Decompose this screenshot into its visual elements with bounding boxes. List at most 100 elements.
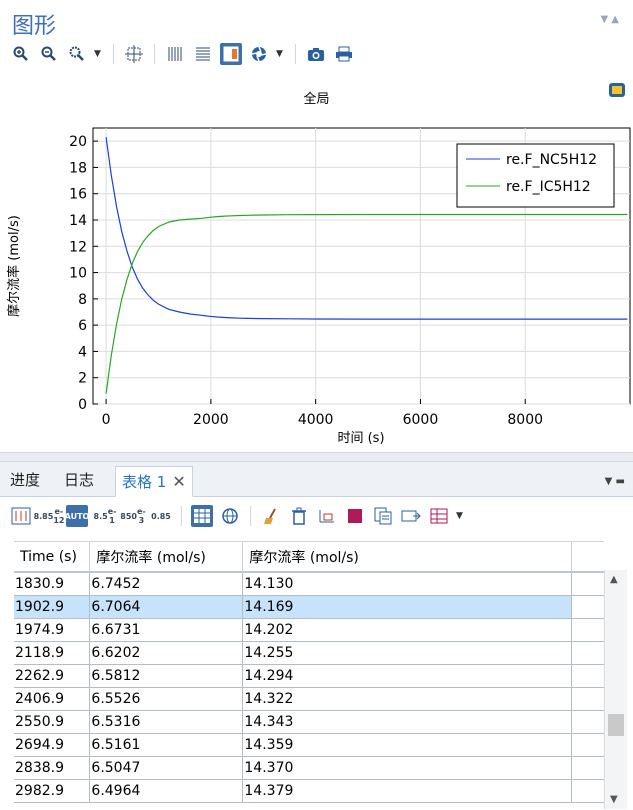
table-cell[interactable]: 2550.9 — [14, 710, 91, 734]
table-row[interactable]: 2406.9 6.5526 14.322 — [14, 687, 604, 711]
format-engineering-button[interactable]: 8.5 e-1 — [94, 505, 117, 527]
format-auto-button[interactable]: AUTO — [65, 505, 89, 527]
scroll-thumb[interactable] — [608, 714, 624, 736]
table-scrollbar[interactable]: ▲ ▼ — [604, 570, 627, 809]
y-tick-label: 4 — [78, 344, 87, 360]
column-header-molar-flow-2[interactable]: 摩尔流率 (mol/s) — [242, 542, 573, 573]
table-cell-empty — [571, 733, 604, 757]
close-icon[interactable]: ✕ — [172, 472, 185, 491]
table-cell-empty — [571, 641, 604, 665]
table-cell[interactable]: 1974.9 — [14, 618, 91, 642]
table-row[interactable]: 2262.9 6.5812 14.294 — [14, 664, 604, 688]
table-cell[interactable]: 6.5526 — [89, 687, 244, 711]
separator — [181, 506, 182, 526]
export-table-icon[interactable] — [400, 505, 422, 527]
table-cell[interactable]: 2118.9 — [14, 641, 91, 665]
separator — [250, 506, 251, 526]
table-cell[interactable]: 14.294 — [242, 664, 573, 688]
table-cell[interactable]: 2262.9 — [14, 664, 91, 688]
results-globe-icon[interactable] — [219, 505, 241, 527]
table-row[interactable]: 2118.9 6.6202 14.255 — [14, 641, 604, 665]
scroll-down-icon[interactable]: ▼ — [610, 794, 618, 805]
table-cell-empty — [571, 572, 604, 596]
table-cell[interactable]: 6.4964 — [89, 779, 244, 803]
table-cell[interactable]: 6.5812 — [89, 664, 244, 688]
legend-label-ic5h12: re.F_IC5H12 — [506, 179, 591, 195]
table-layout-icon[interactable] — [428, 505, 450, 527]
table-cell[interactable]: 1830.9 — [14, 572, 91, 596]
table-row[interactable]: 1902.9 6.7064 14.169 — [14, 595, 604, 619]
y-tick-label: 18 — [69, 160, 87, 176]
color-swatch-icon[interactable] — [344, 505, 366, 527]
table-cell[interactable]: 2982.9 — [14, 779, 91, 803]
table-cell-empty — [571, 595, 604, 619]
y-tick-label: 12 — [69, 239, 87, 255]
y-tick-label: 2 — [78, 371, 87, 387]
table-cell[interactable]: 14.322 — [242, 687, 573, 711]
format-scientific-button[interactable]: 850 e-3 — [120, 505, 145, 527]
x-tick-label: 4000 — [298, 412, 334, 428]
table-cell[interactable]: 6.5161 — [89, 733, 244, 757]
x-axis-label: 时间 (s) — [337, 431, 384, 446]
table-row[interactable]: 2550.9 6.5316 14.343 — [14, 710, 604, 734]
x-tick-label: 8000 — [507, 412, 543, 428]
format-full-precision-button[interactable]: 8.85 e-12 — [34, 505, 65, 527]
tab-menu-arrows[interactable]: ▼ ▬ — [605, 476, 625, 487]
table-row[interactable]: 1974.9 6.6731 14.202 — [14, 618, 604, 642]
bottom-tabs: 进度 日志 表格 1 ✕ ▼ ▬ — [0, 462, 633, 497]
table-toolbar: 8.85 e-12 AUTO 8.5 e-1 850 e-3 0.85 ▼ — [10, 502, 466, 530]
tab-log[interactable]: 日志 — [58, 466, 100, 495]
table-cell[interactable]: 14.255 — [242, 641, 573, 665]
y-axis-label: 摩尔流率 (mol/s) — [6, 215, 22, 317]
table-cell[interactable]: 6.5047 — [89, 756, 244, 780]
column-header-time[interactable]: Time (s) — [14, 542, 91, 573]
table-row[interactable]: 2982.9 6.4964 14.379 — [14, 779, 604, 803]
table-cell[interactable]: 6.6202 — [89, 641, 244, 665]
y-tick-label: 16 — [69, 187, 87, 203]
table-cell[interactable]: 6.7452 — [89, 572, 244, 596]
line-chart[interactable]: 0 2 4 6 8 10 12 14 16 18 20 0 2000 4000 6000 8000 摩尔流率 … — [0, 0, 633, 452]
layout-dropdown-icon[interactable]: ▼ — [456, 511, 466, 521]
clear-broom-icon[interactable] — [260, 505, 282, 527]
table-cell-empty — [571, 618, 604, 642]
table-row[interactable]: 2838.9 6.5047 14.370 — [14, 756, 604, 780]
table-row[interactable]: 2694.9 6.5161 14.359 — [14, 733, 604, 757]
x-tick-label: 0 — [102, 412, 111, 428]
results-table: Time (s) 摩尔流率 (mol/s) 摩尔流率 (mol/s) 1830.… — [14, 541, 604, 810]
tab-table-1[interactable]: 表格 1 ✕ — [115, 466, 193, 497]
delete-trash-icon[interactable] — [288, 505, 310, 527]
table-row[interactable]: 1830.9 6.7452 14.130 — [14, 572, 604, 596]
table-view-icon[interactable] — [191, 505, 213, 527]
table-cell[interactable]: 14.130 — [242, 572, 573, 596]
legend: re.F_NC5H12 re.F_IC5H12 — [456, 143, 615, 208]
table-cell[interactable]: 14.202 — [242, 618, 573, 642]
y-tick-label: 14 — [69, 213, 87, 229]
table-cell[interactable]: 6.5316 — [89, 710, 244, 734]
table-cell[interactable]: 14.343 — [242, 710, 573, 734]
table-cell[interactable]: 2406.9 — [14, 687, 91, 711]
tab-table-1-label: 表格 1 — [122, 473, 167, 491]
y-tick-label: 6 — [78, 318, 87, 334]
table-cell[interactable]: 6.7064 — [89, 595, 244, 619]
scroll-up-icon[interactable]: ▲ — [610, 574, 618, 585]
table-cell[interactable]: 14.359 — [242, 733, 573, 757]
table-cell[interactable]: 2694.9 — [14, 733, 91, 757]
table-plot-icon[interactable] — [316, 505, 338, 527]
copy-table-icon[interactable] — [372, 505, 394, 527]
table-cell[interactable]: 14.379 — [242, 779, 573, 803]
table-cell-empty — [571, 779, 604, 803]
graphics-panel: 图形 ▼ ▲ ▼ ▼ 全局 0 2 4 6 8 10 12 14 16 18 2… — [0, 0, 633, 452]
table-settings-icon[interactable] — [10, 505, 32, 527]
table-cell[interactable]: 14.169 — [242, 595, 573, 619]
tab-progress[interactable]: 进度 — [4, 466, 46, 495]
format-decimal-button[interactable]: 0.85 — [150, 505, 172, 527]
table-cell[interactable]: 14.370 — [242, 756, 573, 780]
table-cell[interactable]: 2838.9 — [14, 756, 91, 780]
table-cell[interactable]: 1902.9 — [14, 595, 91, 619]
x-tick-label: 2000 — [193, 412, 229, 428]
x-tick-label: 6000 — [403, 412, 439, 428]
panel-splitter[interactable] — [0, 452, 633, 462]
column-header-molar-flow-1[interactable]: 摩尔流率 (mol/s) — [89, 542, 244, 573]
table-cell-empty — [571, 664, 604, 688]
table-cell[interactable]: 6.6731 — [89, 618, 244, 642]
